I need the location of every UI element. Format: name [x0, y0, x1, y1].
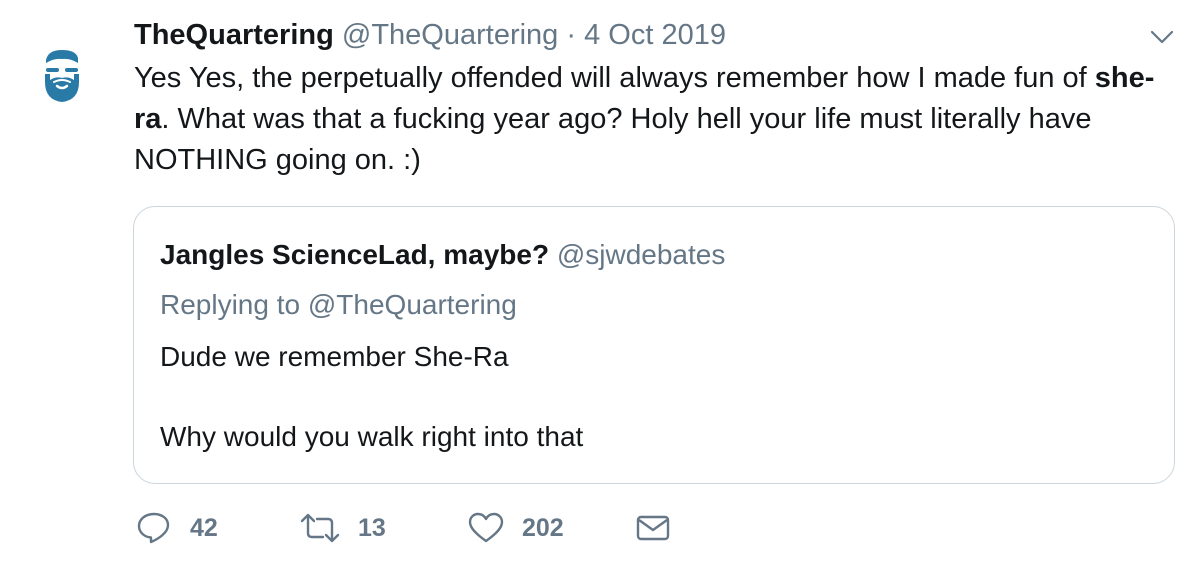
tweet-header: TheQuartering @TheQuartering · 4 Oct 201… — [134, 16, 726, 54]
reply-button[interactable]: 42 — [136, 508, 218, 548]
retweet-count: 13 — [358, 513, 386, 542]
tweet-text-part1: Yes Yes, the perpetually offended will a… — [134, 62, 1095, 94]
separator: · — [566, 19, 577, 51]
retweet-button[interactable]: 13 — [300, 508, 386, 548]
avatar[interactable] — [30, 44, 94, 108]
envelope-icon — [636, 515, 670, 541]
quoted-user-handle: @sjwdebates — [556, 239, 726, 270]
quoted-text-line2: Why would you walk right into that — [160, 421, 584, 452]
direct-message-button[interactable] — [636, 508, 670, 548]
replying-to: Replying to @TheQuartering — [160, 289, 517, 320]
like-count: 202 — [522, 513, 564, 542]
display-name[interactable]: TheQuartering — [134, 19, 334, 51]
user-handle[interactable]: @TheQuartering — [342, 19, 558, 51]
tweet-text-bold1: she- — [1094, 62, 1155, 94]
quoted-tweet[interactable]: Jangles ScienceLad, maybe? @sjwdebates R… — [133, 206, 1175, 484]
quoted-text-line1: Dude we remember She-Ra — [160, 341, 509, 372]
tweet-text-part2: . What was that a fucking year ago? Holy… — [134, 103, 1092, 176]
heart-icon — [468, 512, 504, 543]
tweet-text-bold2: ra — [134, 103, 162, 135]
tweet-menu-button[interactable] — [1150, 28, 1174, 46]
chevron-down-icon — [1150, 30, 1174, 44]
quoted-tweet-header: Jangles ScienceLad, maybe? @sjwdebates — [160, 237, 725, 273]
reply-count: 42 — [190, 513, 218, 542]
retweet-icon — [300, 513, 340, 543]
reply-icon — [137, 512, 170, 544]
quoted-display-name: Jangles ScienceLad, maybe? — [160, 239, 550, 270]
bearded-man-avatar-icon — [45, 50, 79, 102]
tweet-date[interactable]: 4 Oct 2019 — [584, 19, 726, 51]
tweet-card: TheQuartering @TheQuartering · 4 Oct 201… — [0, 0, 1200, 564]
like-button[interactable]: 202 — [468, 508, 564, 548]
tweet-text: Yes Yes, the perpetually offended will a… — [134, 58, 1164, 181]
